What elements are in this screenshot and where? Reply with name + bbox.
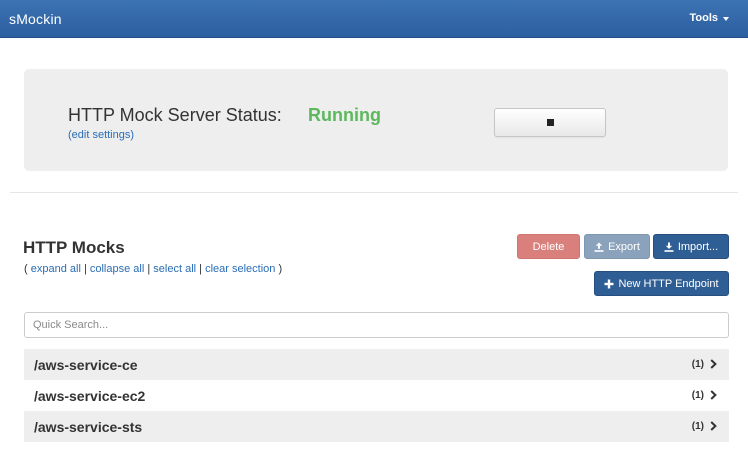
- endpoint-meta: (1): [692, 387, 717, 405]
- mocks-list-actions: ( expand all | collapse all | select all…: [24, 263, 282, 275]
- import-icon: [664, 242, 674, 252]
- export-button[interactable]: Export: [584, 234, 650, 259]
- endpoint-path: /aws-service-ce: [34, 356, 138, 373]
- links-separator: |: [80, 263, 90, 275]
- endpoint-row-aws-service-ce[interactable]: /aws-service-ce (1): [24, 349, 729, 380]
- divider: [10, 192, 738, 193]
- new-http-endpoint-button[interactable]: New HTTP Endpoint: [594, 271, 729, 296]
- tools-menu[interactable]: Tools: [689, 12, 729, 24]
- tools-menu-label[interactable]: Tools: [689, 12, 718, 24]
- stop-server-button[interactable]: [494, 108, 606, 137]
- plus-icon: [604, 279, 614, 289]
- endpoint-row-aws-service-ec2[interactable]: /aws-service-ec2 (1): [24, 380, 729, 411]
- chevron-right-icon[interactable]: [710, 418, 717, 436]
- endpoint-path: /aws-service-sts: [34, 418, 143, 435]
- server-status-panel: HTTP Mock Server Status: Running (edit s…: [24, 69, 728, 171]
- endpoint-count: (1): [691, 421, 704, 432]
- links-open-paren: (: [24, 263, 31, 275]
- clear-selection-link[interactable]: clear selection: [205, 263, 275, 275]
- import-button[interactable]: Import...: [653, 234, 729, 259]
- endpoint-meta: (1): [692, 418, 717, 436]
- stop-icon: [546, 119, 554, 126]
- select-all-link[interactable]: select all: [153, 263, 196, 275]
- delete-button[interactable]: Delete: [517, 234, 580, 259]
- delete-button-label: Delete: [532, 240, 565, 253]
- brand-logo[interactable]: sMockin: [9, 11, 62, 27]
- links-separator: |: [144, 263, 154, 275]
- collapse-all-link[interactable]: collapse all: [90, 263, 144, 275]
- endpoint-count: (1): [691, 390, 704, 401]
- endpoint-path: /aws-service-ec2: [34, 387, 146, 404]
- http-mocks-title: HTTP Mocks: [23, 238, 125, 257]
- top-navbar: sMockin Tools: [0, 0, 748, 38]
- endpoint-meta: (1): [692, 356, 717, 374]
- caret-down-icon: [723, 16, 729, 21]
- chevron-right-icon[interactable]: [710, 356, 717, 374]
- links-close-paren: ): [275, 263, 283, 275]
- quick-search-input[interactable]: [24, 312, 729, 338]
- export-button-label: Export: [608, 240, 640, 253]
- export-icon: [594, 242, 604, 252]
- edit-settings-link[interactable]: (edit settings): [68, 129, 134, 141]
- expand-all-link[interactable]: expand all: [31, 263, 81, 275]
- import-button-label: Import...: [677, 240, 719, 253]
- endpoint-row-aws-service-sts[interactable]: /aws-service-sts (1): [24, 411, 729, 442]
- chevron-right-icon[interactable]: [710, 387, 717, 405]
- endpoint-count: (1): [691, 359, 704, 370]
- new-http-endpoint-label: New HTTP Endpoint: [618, 277, 719, 290]
- links-separator: |: [196, 263, 206, 275]
- server-status-value: Running: [308, 105, 381, 125]
- server-status-title: HTTP Mock Server Status:: [68, 105, 282, 125]
